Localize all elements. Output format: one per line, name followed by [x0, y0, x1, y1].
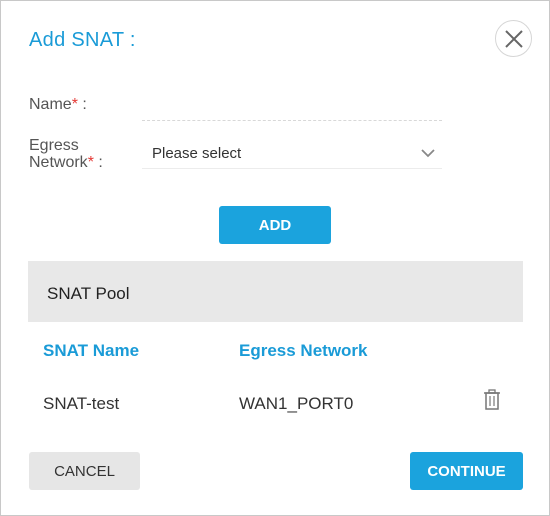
egress-select-value: Please select	[152, 145, 242, 162]
close-button[interactable]	[495, 20, 532, 57]
egress-network-cell: WAN1_PORT0	[239, 394, 354, 413]
snat-pool-header: SNAT Pool	[28, 261, 523, 322]
delete-row-button[interactable]	[481, 388, 503, 412]
trash-icon	[484, 389, 500, 410]
column-header-egress-network: Egress Network	[239, 341, 368, 360]
chevron-down-icon	[421, 149, 435, 158]
name-label: Name* :	[29, 97, 87, 113]
egress-label-line1: Egress	[29, 137, 79, 154]
label-suffix: :	[77, 96, 87, 113]
snat-name-cell: SNAT-test	[43, 394, 120, 413]
name-input[interactable]	[142, 95, 442, 121]
continue-button[interactable]: CONTINUE	[410, 452, 523, 490]
egress-label-text: Network	[29, 154, 88, 171]
add-button[interactable]: ADD	[219, 206, 331, 244]
add-snat-dialog: Add SNAT : Name* : Egress Network* : Ple…	[0, 0, 550, 516]
label-suffix: :	[93, 154, 103, 171]
snat-pool-title: SNAT Pool	[47, 284, 130, 303]
name-label-text: Name	[29, 96, 72, 113]
cancel-button[interactable]: CANCEL	[29, 452, 140, 490]
close-icon	[505, 30, 523, 48]
column-header-snat-name: SNAT Name	[43, 341, 140, 360]
egress-network-select[interactable]: Please select	[142, 137, 442, 169]
dialog-title: Add SNAT :	[29, 29, 136, 51]
egress-label-line2: Network* :	[29, 155, 103, 171]
